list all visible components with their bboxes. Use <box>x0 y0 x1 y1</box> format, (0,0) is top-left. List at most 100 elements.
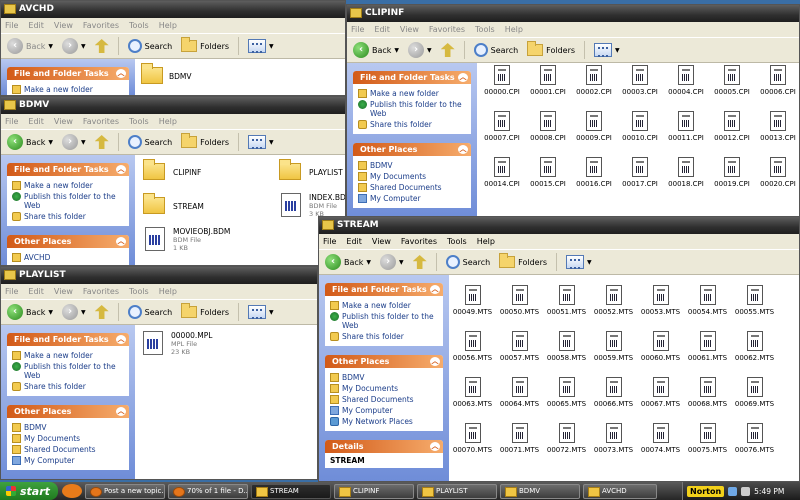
chevron-up-icon[interactable]: ︿ <box>458 145 468 154</box>
taskbar-button-clipinf[interactable]: CLIPINF <box>334 483 414 499</box>
place-my-computer[interactable]: My Computer <box>330 406 438 415</box>
cpi-file-item[interactable]: 00016.CPI <box>571 157 617 203</box>
back-button[interactable]: ‹ Back ▼ <box>351 40 401 60</box>
cpi-file-item[interactable]: 00015.CPI <box>525 157 571 203</box>
folder-label-clipinf[interactable]: CLIPINF <box>173 168 201 177</box>
file-name-mpl[interactable]: 00000.MPL <box>171 331 212 340</box>
panel-header[interactable]: File and Folder Tasks ︿ <box>7 163 129 176</box>
taskbar-button-download[interactable]: 70% of 1 file - D... <box>168 483 248 499</box>
forward-button[interactable]: › ▼ <box>60 132 88 152</box>
panel-header[interactable]: File and Folder Tasks ︿ <box>7 333 129 346</box>
mpl-file-icon[interactable] <box>143 331 163 355</box>
folder-icon[interactable] <box>143 159 165 180</box>
task-publish-folder[interactable]: Publish this folder to the Web <box>330 312 438 330</box>
task-make-folder[interactable]: Make a new folder <box>358 89 466 98</box>
panel-header[interactable]: File and Folder Tasks ︿ <box>7 67 129 80</box>
norton-tray-button[interactable]: Norton <box>687 485 725 497</box>
cpi-file-item[interactable]: 00006.CPI <box>755 65 799 111</box>
menu-tools[interactable]: Tools <box>129 114 149 129</box>
cpi-file-item[interactable]: 00000.CPI <box>479 65 525 111</box>
cpi-file-item[interactable]: 00007.CPI <box>479 111 525 157</box>
up-button[interactable] <box>439 40 457 60</box>
place-shared-documents[interactable]: Shared Documents <box>12 445 124 454</box>
menu-file[interactable]: File <box>351 22 364 37</box>
place-my-network-places[interactable]: My Network Places <box>330 417 438 426</box>
back-button[interactable]: ‹ Back ▼ <box>5 36 55 56</box>
firefox-quicklaunch-icon[interactable] <box>62 484 82 498</box>
menu-view[interactable]: View <box>54 114 73 129</box>
folder-label-playlist[interactable]: PLAYLIST <box>309 168 343 177</box>
views-button[interactable]: ▼ <box>246 132 276 152</box>
mts-file-item[interactable]: 00071.MTS <box>496 423 543 469</box>
menu-tools[interactable]: Tools <box>129 284 149 299</box>
forward-button[interactable]: › ▼ <box>378 252 406 272</box>
menu-favorites[interactable]: Favorites <box>429 22 465 37</box>
menu-favorites[interactable]: Favorites <box>83 18 119 33</box>
mts-file-item[interactable]: 00072.MTS <box>543 423 590 469</box>
task-share-folder[interactable]: Share this folder <box>12 382 124 391</box>
menu-file[interactable]: File <box>5 18 18 33</box>
mts-file-item[interactable]: 00053.MTS <box>637 285 684 331</box>
chevron-up-icon[interactable]: ︿ <box>430 442 440 451</box>
menu-help[interactable]: Help <box>505 22 523 37</box>
menu-view[interactable]: View <box>54 18 73 33</box>
folder-icon[interactable] <box>143 193 165 214</box>
panel-header[interactable]: Other Places ︿ <box>7 405 129 418</box>
search-button[interactable]: Search <box>444 252 492 272</box>
views-button[interactable]: ▼ <box>246 36 276 56</box>
mts-file-item[interactable]: 00057.MTS <box>496 331 543 377</box>
menu-edit[interactable]: Edit <box>346 234 362 249</box>
taskbar-button-post-topic[interactable]: Post a new topic... <box>85 483 165 499</box>
task-publish-folder[interactable]: Publish this folder to the Web <box>12 362 124 380</box>
mts-file-item[interactable]: 00073.MTS <box>590 423 637 469</box>
cpi-file-item[interactable]: 00017.CPI <box>617 157 663 203</box>
up-button[interactable] <box>411 252 429 272</box>
up-button[interactable] <box>93 36 111 56</box>
mts-file-item[interactable]: 00070.MTS <box>449 423 496 469</box>
mts-file-item[interactable]: 00059.MTS <box>590 331 637 377</box>
cpi-file-item[interactable]: 00019.CPI <box>709 157 755 203</box>
forward-button[interactable]: › ▼ <box>60 36 88 56</box>
clipinf-titlebar[interactable]: CLIPINF <box>347 5 799 22</box>
bdmv-titlebar[interactable]: BDMV <box>1 97 345 114</box>
place-shared-documents[interactable]: Shared Documents <box>330 395 438 404</box>
place-bdmv[interactable]: BDMV <box>330 373 438 382</box>
back-button[interactable]: ‹ Back ▼ <box>5 132 55 152</box>
cpi-file-item[interactable]: 00020.CPI <box>755 157 799 203</box>
folders-button[interactable]: Folders <box>179 132 231 152</box>
mts-file-item[interactable]: 00054.MTS <box>684 285 731 331</box>
cpi-file-item[interactable]: 00010.CPI <box>617 111 663 157</box>
mts-file-item[interactable]: 00065.MTS <box>543 377 590 423</box>
cpi-file-item[interactable]: 00005.CPI <box>709 65 755 111</box>
mts-file-item[interactable]: 00067.MTS <box>637 377 684 423</box>
back-button[interactable]: ‹ Back ▼ <box>323 252 373 272</box>
folders-button[interactable]: Folders <box>179 36 231 56</box>
volume-tray-icon[interactable] <box>741 486 751 496</box>
menu-edit[interactable]: Edit <box>374 22 390 37</box>
mts-file-item[interactable]: 00069.MTS <box>731 377 778 423</box>
panel-header[interactable]: File and Folder Tasks ︿ <box>353 71 471 84</box>
mts-file-item[interactable]: 00056.MTS <box>449 331 496 377</box>
menu-edit[interactable]: Edit <box>28 284 44 299</box>
mts-file-item[interactable]: 00055.MTS <box>731 285 778 331</box>
avchd-window[interactable]: AVCHD File Edit View Favorites Tools Hel… <box>0 0 346 96</box>
stream-titlebar[interactable]: STREAM <box>319 217 799 234</box>
menu-help[interactable]: Help <box>159 114 177 129</box>
mts-file-item[interactable]: 00051.MTS <box>543 285 590 331</box>
task-make-folder[interactable]: Make a new folder <box>12 85 124 94</box>
menu-file[interactable]: File <box>323 234 336 249</box>
cpi-file-item[interactable]: 00014.CPI <box>479 157 525 203</box>
task-share-folder[interactable]: Share this folder <box>330 332 438 341</box>
place-my-documents[interactable]: My Documents <box>330 384 438 393</box>
place-bdmv[interactable]: BDMV <box>12 423 124 432</box>
playlist-titlebar[interactable]: PLAYLIST <box>1 267 317 284</box>
menu-edit[interactable]: Edit <box>28 114 44 129</box>
chevron-up-icon[interactable]: ︿ <box>430 285 440 294</box>
mts-file-item[interactable]: 00060.MTS <box>637 331 684 377</box>
playlist-window[interactable]: PLAYLIST File Edit View Favorites Tools … <box>0 266 318 480</box>
cpi-file-item[interactable]: 00013.CPI <box>755 111 799 157</box>
chevron-up-icon[interactable]: ︿ <box>430 357 440 366</box>
menu-tools[interactable]: Tools <box>475 22 495 37</box>
task-make-folder[interactable]: Make a new folder <box>12 181 124 190</box>
chevron-up-icon[interactable]: ︿ <box>116 407 126 416</box>
